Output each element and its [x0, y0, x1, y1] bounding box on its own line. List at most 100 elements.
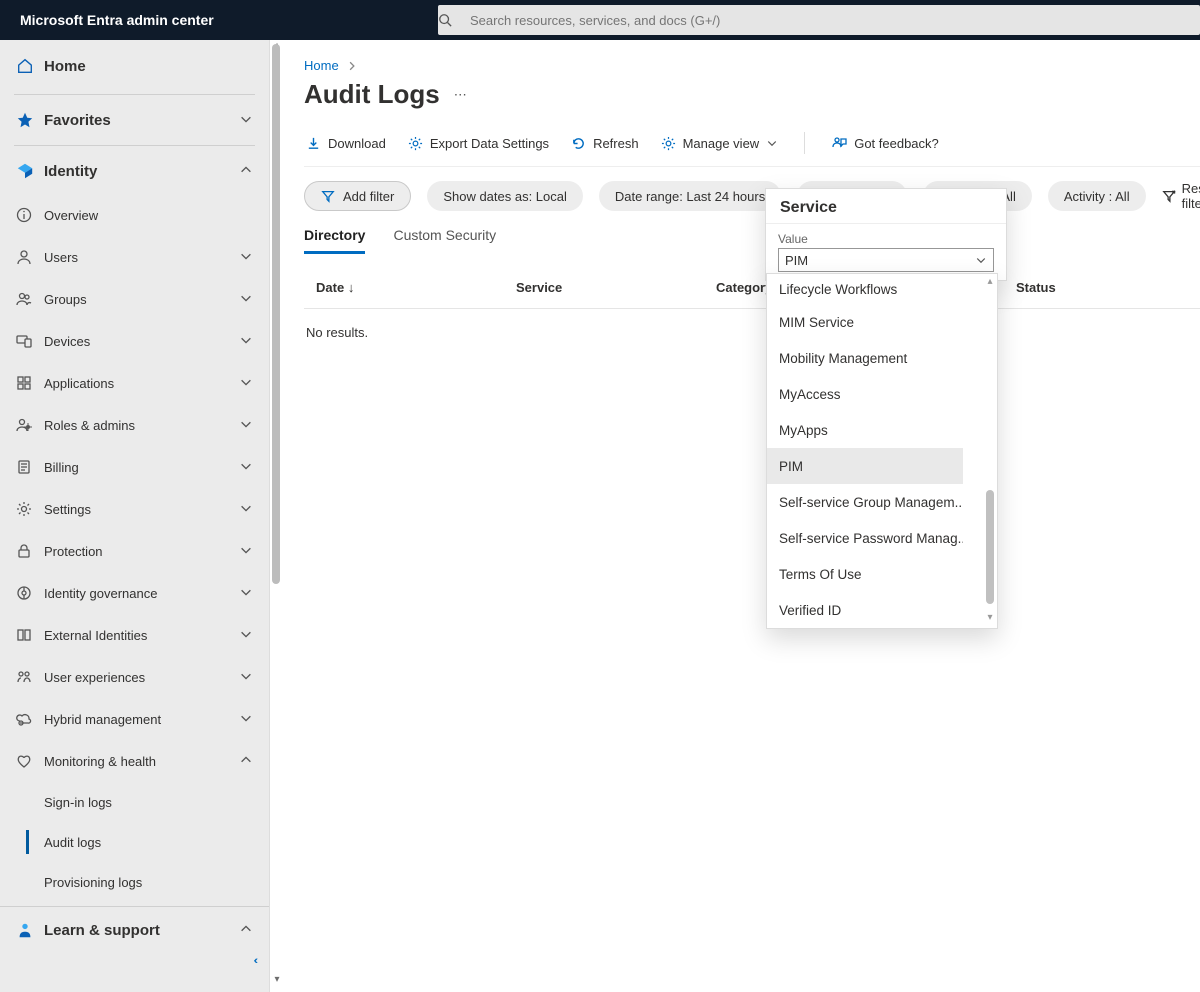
col-date[interactable]: Date [316, 280, 344, 295]
col-service[interactable]: Service [516, 280, 562, 295]
sidebar-item-groups[interactable]: Groups [0, 278, 269, 320]
star-icon [16, 111, 44, 129]
sidebar-item-label: Identity governance [44, 586, 239, 601]
hybrid-icon [16, 711, 44, 727]
sidebar-item-devices[interactable]: Devices [0, 320, 269, 362]
chevron-up-icon [239, 163, 255, 179]
col-status[interactable]: Status [1016, 280, 1056, 295]
userexp-icon [16, 669, 44, 685]
billing-icon [16, 459, 44, 475]
dropdown-option[interactable]: Mobility Management [767, 340, 963, 376]
manage-view-button[interactable]: Manage view [661, 136, 779, 151]
filter-pill-label: Date range: Last 24 hours [615, 189, 765, 204]
sidebar-sub-provisioning-logs[interactable]: Provisioning logs [0, 862, 269, 902]
sidebar-item-roles[interactable]: Roles & admins [0, 404, 269, 446]
info-icon [16, 207, 44, 223]
download-button[interactable]: Download [306, 136, 386, 151]
search-icon [438, 13, 468, 27]
reset-filters-button[interactable]: Reset filters [1162, 181, 1200, 211]
dropdown-option[interactable]: Lifecycle Workflows [767, 274, 963, 304]
chevron-down-icon [239, 585, 255, 601]
dropdown-option[interactable]: Self-service Group Managem... [767, 484, 963, 520]
sidebar-item-billing[interactable]: Billing [0, 446, 269, 488]
main-content: Home Audit Logs ⋯ Download Export Data S… [286, 40, 1200, 992]
scrollbar-thumb[interactable] [986, 490, 994, 604]
breadcrumb: Home [304, 58, 1200, 73]
sidebar-item-label: Billing [44, 460, 239, 475]
tab-directory[interactable]: Directory [304, 227, 365, 254]
add-filter-label: Add filter [343, 189, 394, 204]
sidebar-item-governance[interactable]: Identity governance [0, 572, 269, 614]
service-combobox[interactable]: PIM [778, 248, 994, 272]
learn-icon [16, 921, 44, 939]
sidebar-item-overview[interactable]: Overview [0, 194, 269, 236]
search-input[interactable] [468, 12, 1200, 29]
dropdown-option[interactable]: Terms Of Use [767, 556, 963, 592]
command-bar: Download Export Data Settings Refresh Ma… [304, 126, 1200, 167]
dropdown-option[interactable]: MyAccess [767, 376, 963, 412]
col-category[interactable]: Category [716, 280, 772, 295]
filter-date-range[interactable]: Date range: Last 24 hours [599, 181, 781, 211]
sidebar-item-hybrid[interactable]: Hybrid management [0, 698, 269, 740]
user-icon [16, 249, 44, 265]
scrollbar-thumb[interactable] [272, 44, 280, 584]
sidebar-item-label: Hybrid management [44, 712, 239, 727]
global-search[interactable] [438, 5, 1200, 35]
sidebar-item-users[interactable]: Users [0, 236, 269, 278]
sidebar-identity-label: Identity [44, 163, 239, 180]
identity-icon [16, 162, 44, 180]
dropdown-option[interactable]: MyApps [767, 412, 963, 448]
sidebar-item-label: Monitoring & health [44, 754, 239, 769]
sidebar-favorites-label: Favorites [44, 112, 239, 129]
download-icon [306, 136, 321, 151]
dropdown-option[interactable]: Self-service Password Manag... [767, 520, 963, 556]
manage-view-label: Manage view [683, 136, 760, 151]
sidebar-item-userexp[interactable]: User experiences [0, 656, 269, 698]
service-dropdown-list: Lifecycle Workflows MIM Service Mobility… [767, 274, 997, 628]
sidebar-item-monitoring[interactable]: Monitoring & health [0, 740, 269, 782]
chevron-down-icon [239, 291, 255, 307]
filter-show-dates[interactable]: Show dates as: Local [427, 181, 583, 211]
collapse-sidebar-button[interactable]: ‹‹ [0, 953, 269, 977]
chevron-up-icon [239, 753, 255, 769]
sidebar-identity[interactable]: Identity [0, 148, 269, 194]
scroll-down-icon[interactable]: ▾ [983, 612, 997, 626]
filter-activity[interactable]: Activity : All [1048, 181, 1146, 211]
sidebar-item-label: Roles & admins [44, 418, 239, 433]
scroll-up-icon[interactable]: ▴ [983, 276, 997, 290]
breadcrumb-home[interactable]: Home [304, 58, 339, 73]
dropdown-scrollbar[interactable]: ▴ ▾ [983, 274, 997, 628]
refresh-button[interactable]: Refresh [571, 136, 639, 151]
dropdown-option[interactable]: MIM Service [767, 304, 963, 340]
sidebar-home-label: Home [44, 58, 255, 75]
tabs: Directory Custom Security [304, 227, 1200, 254]
sidebar-favorites[interactable]: Favorites [0, 97, 269, 143]
sidebar-item-external[interactable]: External Identities [0, 614, 269, 656]
more-icon[interactable]: ⋯ [454, 87, 469, 103]
sidebar-learn[interactable]: Learn & support [0, 907, 269, 953]
dropdown-option[interactable]: Verified ID [767, 592, 963, 628]
divider [14, 145, 255, 146]
home-icon [16, 57, 44, 75]
sidebar-item-settings[interactable]: Settings [0, 488, 269, 530]
feedback-button[interactable]: Got feedback? [831, 135, 939, 151]
group-icon [16, 291, 44, 307]
sidebar-item-label: Audit logs [44, 835, 255, 850]
filter-icon [321, 189, 335, 203]
page-title-row: Audit Logs ⋯ [304, 79, 1200, 110]
sidebar-scrollbar[interactable]: ▴ ▾ [272, 42, 282, 982]
sidebar-item-protection[interactable]: Protection [0, 530, 269, 572]
service-dropdown: Lifecycle Workflows MIM Service Mobility… [766, 273, 998, 629]
add-filter-button[interactable]: Add filter [304, 181, 411, 211]
sidebar-home[interactable]: Home [0, 40, 269, 92]
tab-custom-security[interactable]: Custom Security [393, 227, 496, 254]
export-button[interactable]: Export Data Settings [408, 136, 549, 151]
chevron-down-icon [239, 333, 255, 349]
dropdown-option[interactable]: PIM [767, 448, 963, 484]
sidebar-sub-audit-logs[interactable]: Audit logs [0, 822, 269, 862]
sidebar-sub-signin-logs[interactable]: Sign-in logs [0, 782, 269, 822]
sidebar-item-applications[interactable]: Applications [0, 362, 269, 404]
filter-pill-label: Show dates as: Local [443, 189, 567, 204]
chevron-down-icon [239, 417, 255, 433]
scroll-down-icon[interactable]: ▾ [272, 974, 282, 984]
